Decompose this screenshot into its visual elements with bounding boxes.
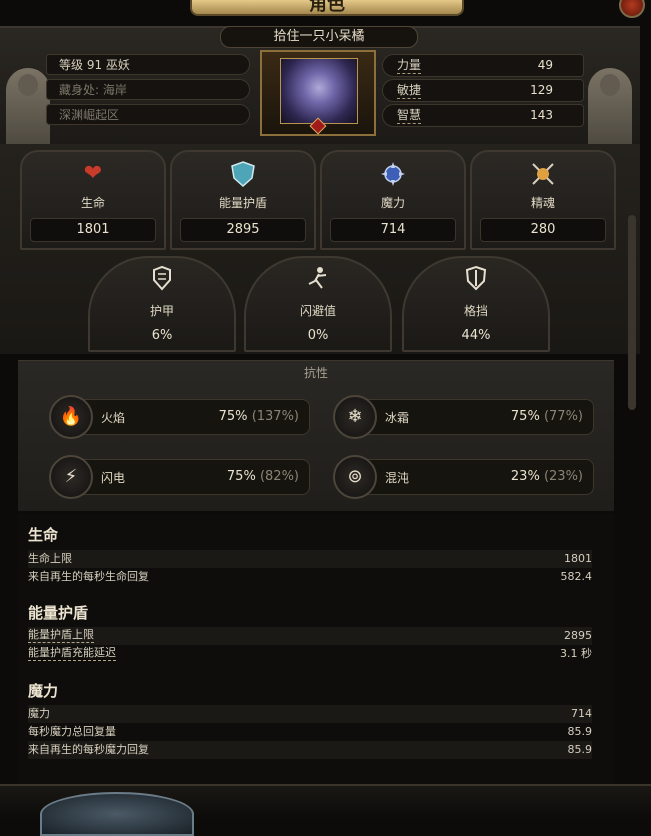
resistance-value: 75% (510, 409, 540, 424)
resistance-cold[interactable]: ❄ 冰霜 75% (77%) (333, 395, 594, 439)
defense-value: 6% (151, 328, 173, 343)
detail-row[interactable]: 生命上限 1801 (28, 550, 592, 568)
stat-value: 2895 (180, 218, 306, 242)
spirit-icon (529, 160, 557, 188)
detail-label: 来自再生的每秒魔力回复 (28, 743, 149, 756)
attribute-name: 敏捷 (397, 83, 422, 99)
stat-details-list: 生命 生命上限 1801 来自再生的每秒生命回复 582.4 能量护盾 能量护盾… (18, 514, 614, 784)
energy-shield-icon (229, 160, 257, 188)
attribute-intelligence[interactable]: 智慧 143 (382, 104, 584, 127)
defense-tile-evasion[interactable]: 闪避值 0% (244, 256, 392, 352)
stat-value: 714 (330, 218, 456, 242)
stat-tile-mana[interactable]: 魔力 714 (320, 150, 466, 250)
hideout-label: 藏身处: 海岸 (46, 79, 250, 100)
detail-label: 魔力 (28, 707, 50, 720)
detail-row[interactable]: 来自再生的每秒生命回复 582.4 (28, 568, 592, 586)
detail-label: 能量护盾充能延迟 (28, 646, 116, 661)
lightning-icon: ⚡ (49, 455, 93, 499)
portrait-face-image (280, 58, 358, 124)
detail-value: 85.9 (567, 725, 593, 738)
resistance-name: 闪电 (101, 471, 126, 485)
section-title-life: 生命 (28, 526, 59, 544)
detail-label: 能量护盾上限 (28, 628, 94, 643)
detail-value: 582.4 (560, 570, 593, 583)
close-button[interactable] (619, 0, 645, 18)
window-title-banner: 角色 (190, 0, 464, 16)
section-title-energy-shield: 能量护盾 (28, 604, 89, 622)
defense-tile-armour[interactable]: 护甲 6% (88, 256, 236, 352)
stat-value: 280 (480, 218, 606, 242)
stat-label: 精魂 (530, 196, 555, 210)
resistance-uncapped: (77%) (543, 409, 583, 424)
detail-row[interactable]: 魔力 714 (28, 705, 592, 723)
scrollbar[interactable] (628, 215, 636, 410)
stat-tile-energy-shield[interactable]: 能量护盾 2895 (170, 150, 316, 250)
resistance-chaos[interactable]: ⊚ 混沌 23% (23%) (333, 455, 594, 499)
attribute-strength[interactable]: 力量 49 (382, 54, 584, 77)
detail-value: 3.1 秒 (560, 647, 592, 660)
stat-value: 1801 (30, 218, 156, 242)
resistance-uncapped: (82%) (259, 469, 299, 484)
detail-value: 1801 (564, 552, 592, 565)
defense-label: 护甲 (149, 304, 174, 318)
stat-tile-spirit[interactable]: 精魂 280 (470, 150, 616, 250)
detail-label: 生命上限 (28, 552, 72, 565)
evasion-icon (304, 264, 332, 292)
resistance-uncapped: (137%) (251, 409, 299, 424)
attribute-name: 力量 (397, 58, 422, 74)
resistance-fire[interactable]: 🔥 火焰 75% (137%) (49, 395, 310, 439)
detail-label: 每秒魔力总回复量 (28, 725, 116, 738)
defense-label: 格挡 (463, 304, 488, 318)
resistance-value: 23% (510, 469, 540, 484)
window-title: 角色 (309, 0, 345, 15)
location-label: 深渊崛起区 (46, 104, 250, 125)
cold-icon: ❄ (333, 395, 377, 439)
resistance-value-group: 75% (137%) (219, 409, 299, 424)
resistance-value: 75% (226, 469, 256, 484)
block-shield-icon (462, 264, 490, 292)
section-title-mana: 魔力 (28, 682, 59, 700)
resistance-name: 冰霜 (385, 411, 410, 425)
fire-icon: 🔥 (49, 395, 93, 439)
attribute-name: 智慧 (397, 108, 422, 124)
resistance-name: 火焰 (101, 411, 126, 425)
defense-value: 0% (307, 328, 329, 343)
detail-value: 2895 (564, 629, 592, 642)
detail-row[interactable]: 能量护盾充能延迟 3.1 秒 (28, 645, 592, 663)
resistance-lightning[interactable]: ⚡ 闪电 75% (82%) (49, 455, 310, 499)
character-name: 拾住一只小呆橘 (220, 26, 418, 48)
stat-tile-life[interactable]: ❤ 生命 1801 (20, 150, 166, 250)
stat-label: 能量护盾 (218, 196, 267, 210)
detail-row[interactable]: 来自再生的每秒魔力回复 85.9 (28, 741, 592, 759)
level-class-label: 等级 91 巫妖 (46, 54, 250, 75)
detail-row[interactable]: 每秒魔力总回复量 85.9 (28, 723, 592, 741)
resistances-title: 抗性 (303, 366, 328, 380)
resistances-panel: 抗性 🔥 火焰 75% (137%) ❄ 冰霜 75% (77%) ⚡ 闪电 7… (18, 360, 614, 511)
resistance-name: 混沌 (385, 471, 410, 485)
detail-row[interactable]: 能量护盾上限 2895 (28, 627, 592, 645)
resistance-value-group: 23% (23%) (511, 469, 583, 484)
resistance-value-group: 75% (82%) (227, 469, 299, 484)
defense-value: 44% (461, 328, 491, 343)
stat-label: 魔力 (380, 196, 405, 210)
attribute-dexterity[interactable]: 敏捷 129 (382, 79, 584, 102)
heart-icon: ❤ (83, 161, 103, 186)
character-portrait (260, 50, 376, 136)
detail-label: 来自再生的每秒生命回复 (28, 570, 149, 583)
bottom-orb-decoration (40, 792, 194, 836)
resistance-value-group: 75% (77%) (511, 409, 583, 424)
chaos-icon: ⊚ (333, 455, 377, 499)
defense-tile-block[interactable]: 格挡 44% (402, 256, 550, 352)
defense-label: 闪避值 (299, 304, 336, 318)
resistance-uncapped: (23%) (543, 469, 583, 484)
detail-value: 85.9 (567, 743, 593, 756)
mana-icon (379, 160, 407, 188)
detail-value: 714 (571, 707, 592, 720)
stat-label: 生命 (80, 196, 105, 210)
attribute-value: 49 (537, 58, 553, 72)
attribute-value: 129 (530, 83, 553, 97)
resistance-value: 75% (218, 409, 248, 424)
armour-icon (148, 264, 176, 292)
attribute-value: 143 (530, 108, 553, 122)
